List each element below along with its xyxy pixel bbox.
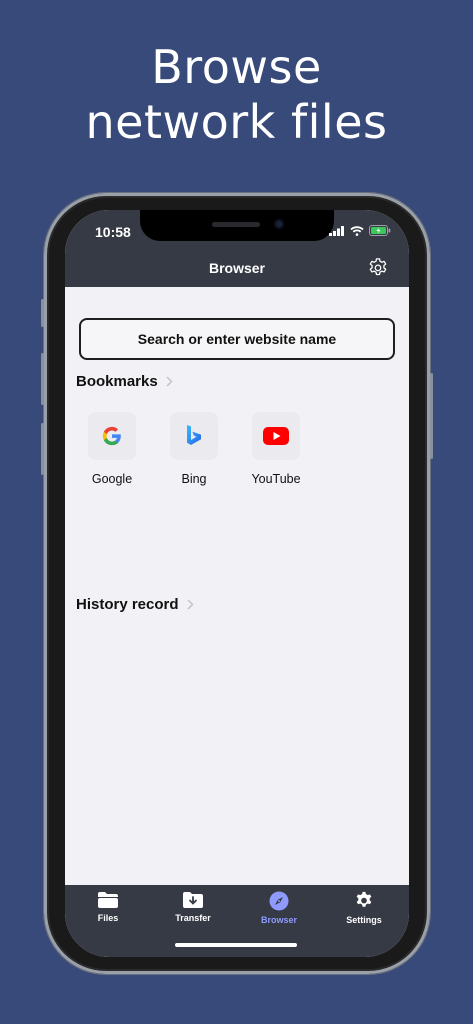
power-button — [430, 373, 433, 459]
mute-switch — [41, 299, 44, 327]
home-indicator[interactable] — [175, 943, 297, 947]
bookmarks-title: Bookmarks — [76, 373, 158, 390]
tab-transfer[interactable]: Transfer — [158, 891, 228, 923]
promo-headline: Browse network files — [0, 40, 473, 150]
page-title: Browser — [208, 260, 266, 276]
search-input[interactable]: Search or enter website name — [79, 318, 395, 360]
volume-down-button — [41, 423, 44, 475]
signal-icon — [329, 225, 344, 236]
bookmarks-header[interactable]: Bookmarks — [76, 373, 173, 390]
headline-line-1: Browse — [151, 40, 322, 94]
tab-browser[interactable]: Browser — [244, 891, 314, 925]
phone-frame: 10:58 Browser Search or enter website na… — [41, 193, 433, 974]
tab-settings[interactable]: Settings — [329, 891, 399, 925]
notch — [140, 210, 334, 241]
download-folder-icon — [183, 892, 203, 908]
tab-bar: Files Transfer Browser Settings — [65, 885, 409, 957]
status-time: 10:58 — [95, 224, 131, 240]
browser-content: Search or enter website name Bookmarks G… — [65, 287, 409, 885]
tab-files[interactable]: Files — [73, 891, 143, 923]
folder-icon — [98, 892, 118, 908]
headline-line-2: network files — [85, 95, 388, 149]
youtube-icon — [252, 412, 300, 460]
bing-icon — [170, 412, 218, 460]
top-bar: 10:58 Browser — [65, 210, 409, 287]
wifi-icon — [350, 225, 364, 236]
bookmark-google[interactable]: Google — [72, 412, 152, 486]
status-icons — [329, 225, 391, 236]
front-camera — [274, 219, 284, 229]
tab-label: Transfer — [175, 913, 211, 923]
history-header[interactable]: History record — [76, 596, 194, 613]
phone-screen: 10:58 Browser Search or enter website na… — [65, 210, 409, 957]
bookmark-label: YouTube — [251, 472, 301, 486]
battery-icon — [369, 225, 391, 236]
volume-up-button — [41, 353, 44, 405]
speaker — [212, 222, 260, 227]
bookmark-youtube[interactable]: YouTube — [236, 412, 316, 486]
tab-label: Browser — [260, 915, 297, 925]
bookmark-label: Google — [91, 472, 133, 486]
bookmark-bing[interactable]: Bing — [154, 412, 234, 486]
search-placeholder: Search or enter website name — [137, 331, 337, 347]
tab-label: Settings — [346, 915, 382, 925]
tab-label: Files — [97, 913, 119, 923]
settings-gear-icon[interactable] — [367, 257, 389, 279]
google-icon — [88, 412, 136, 460]
bookmark-label: Bing — [181, 472, 207, 486]
chevron-right-icon — [166, 376, 173, 387]
gear-icon — [356, 891, 372, 907]
compass-icon — [269, 891, 289, 911]
history-title: History record — [76, 596, 179, 613]
chevron-right-icon — [187, 599, 194, 610]
